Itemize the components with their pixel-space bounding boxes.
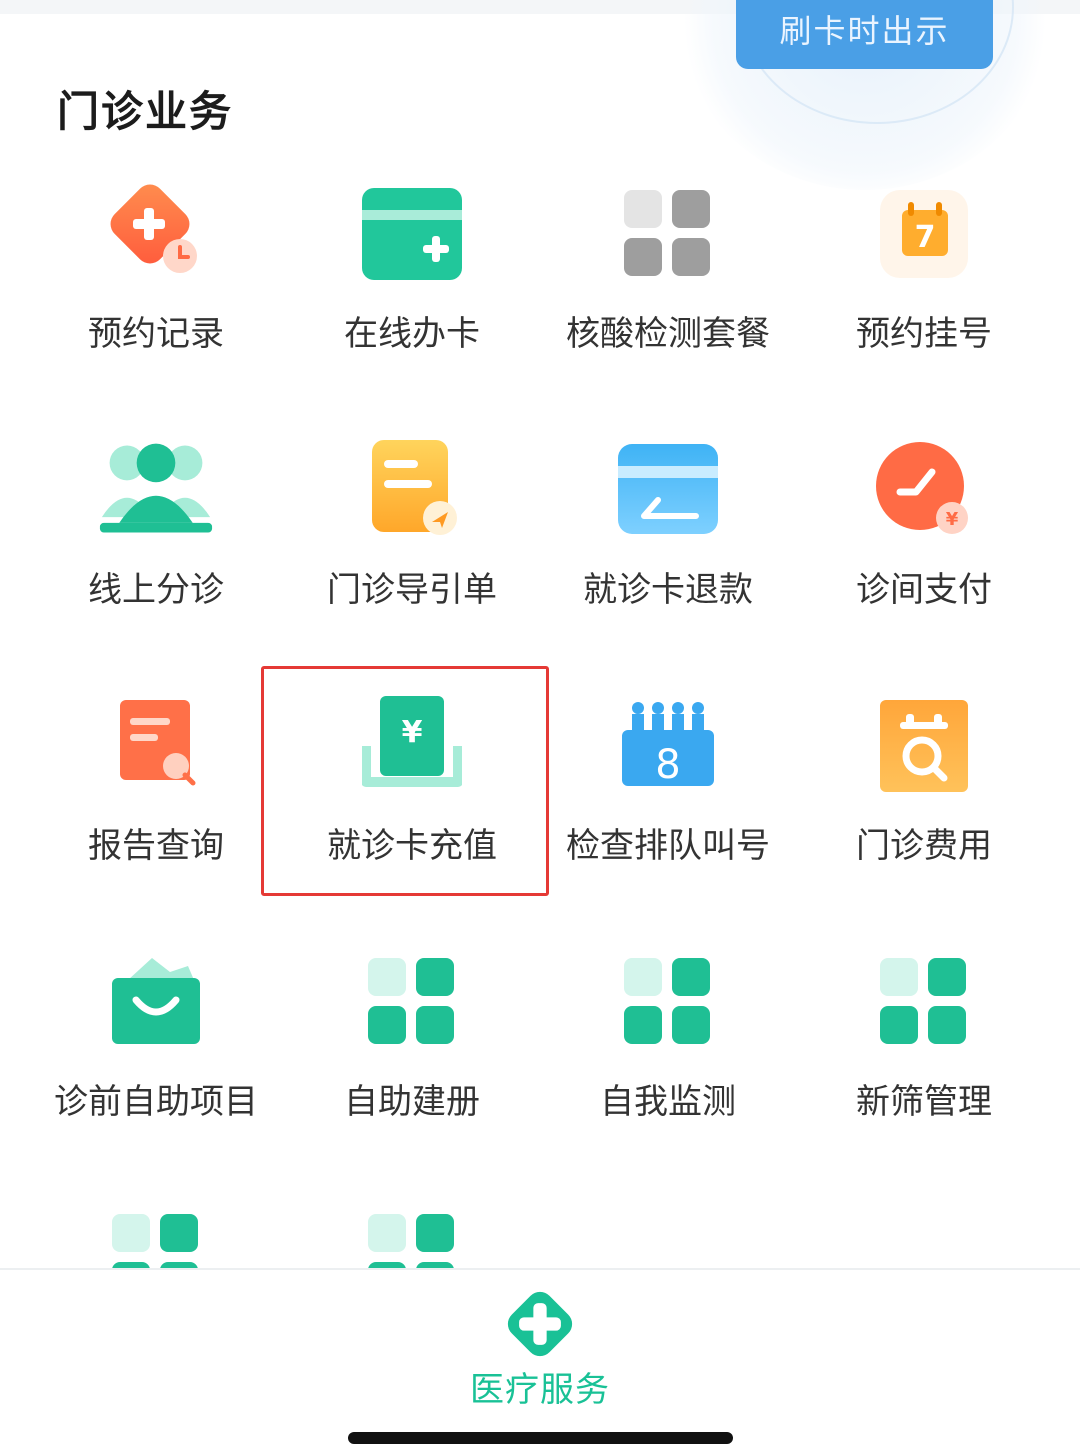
service-item-label: 门诊导引单: [327, 570, 497, 610]
service-item-pre-visit-self-service[interactable]: 诊前自助项目: [28, 938, 284, 1194]
grid-icon: [368, 958, 454, 1044]
service-item-clinic-payment[interactable]: ¥ 诊间支付: [796, 426, 1052, 682]
service-item-newborn-screening[interactable]: 新筛管理: [796, 938, 1052, 1194]
service-item-label: 检查排队叫号: [566, 826, 770, 866]
service-item-self-monitoring[interactable]: 自我监测: [540, 938, 796, 1194]
people-icon: [99, 443, 213, 533]
section-title: 门诊业务: [57, 87, 234, 136]
fee-icon: [880, 700, 968, 792]
service-item-outpatient-fees[interactable]: 门诊费用: [796, 682, 1052, 938]
home-indicator: [348, 1432, 733, 1444]
grid-icon: [880, 958, 966, 1044]
service-item-label: 在线办卡: [344, 314, 480, 354]
service-item-label: 预约挂号: [856, 314, 992, 354]
grid-icon: [624, 190, 710, 276]
tab-label: 医疗服务: [470, 1370, 610, 1410]
medical-cross-icon: [507, 1291, 573, 1357]
show-card-button[interactable]: 刷卡时出示: [736, 0, 993, 69]
svg-text:8: 8: [655, 742, 680, 788]
service-item-card-refund[interactable]: 就诊卡退款: [540, 426, 796, 682]
service-item-label: 报告查询: [88, 826, 224, 866]
service-item-label: 核酸检测套餐: [566, 314, 770, 354]
service-item-label: 新筛管理: [856, 1082, 992, 1122]
service-item-label: 就诊卡退款: [583, 570, 753, 610]
svg-text:7: 7: [915, 220, 936, 255]
service-item-nucleic-acid-package[interactable]: 核酸检测套餐: [540, 170, 796, 426]
bag-icon: [112, 958, 200, 1044]
highlight-box: [261, 666, 549, 896]
service-item-label: 诊间支付: [856, 570, 992, 610]
service-item-online-triage[interactable]: 线上分诊: [28, 426, 284, 682]
service-item-label: 诊前自助项目: [54, 1082, 258, 1122]
service-item-online-card[interactable]: 在线办卡: [284, 170, 540, 426]
service-item-appointment-registration[interactable]: 7 预约挂号: [796, 170, 1052, 426]
service-item-label: 自助建册: [344, 1082, 480, 1122]
calendar-plus-icon: [110, 184, 197, 273]
payment-icon: ¥: [876, 442, 968, 534]
service-item-self-registration[interactable]: 自助建册: [284, 938, 540, 1194]
tab-medical-services[interactable]: 医疗服务: [440, 1286, 640, 1410]
grid-icon: [624, 958, 710, 1044]
service-item-guide-sheet[interactable]: 门诊导引单: [284, 426, 540, 682]
service-item-appointment-records[interactable]: 预约记录: [28, 170, 284, 426]
card-add-icon: [362, 188, 462, 280]
card-refund-icon: [618, 444, 718, 534]
calendar-icon: 7: [880, 190, 968, 278]
service-item-label: 预约记录: [88, 314, 224, 354]
service-item-label: 线上分诊: [88, 570, 224, 610]
bottom-tab-bar: 医疗服务: [0, 1268, 1080, 1444]
service-item-label: 门诊费用: [856, 826, 992, 866]
service-item-report-query[interactable]: 报告查询: [28, 682, 284, 938]
svg-text:¥: ¥: [946, 509, 959, 530]
queue-number-icon: 8: [622, 702, 714, 788]
service-item-exam-queue[interactable]: 8 检查排队叫号: [540, 682, 796, 938]
service-item-label: 自我监测: [600, 1082, 736, 1122]
document-icon: [372, 440, 457, 535]
report-search-icon: [120, 700, 196, 786]
